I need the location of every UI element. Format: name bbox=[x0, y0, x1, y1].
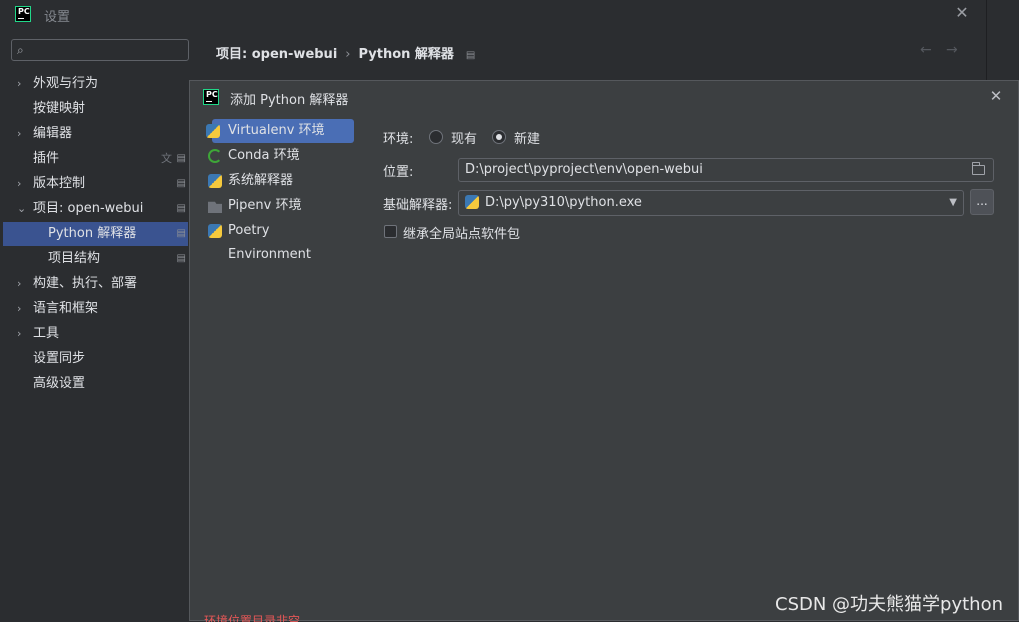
search-input[interactable]: ⌕ bbox=[11, 39, 189, 61]
python-icon bbox=[208, 174, 222, 188]
env-type-virtualenv[interactable]: Virtualenv 环境 bbox=[206, 119, 354, 143]
env-type-poetry[interactable]: Poetry Environment bbox=[206, 219, 354, 262]
pipenv-icon bbox=[208, 201, 222, 213]
env-label: 环境: bbox=[383, 132, 414, 147]
dialog-title: 添加 Python 解释器 bbox=[230, 93, 349, 108]
env-type-label: Conda 环境 bbox=[228, 148, 300, 163]
sidebar-item-build[interactable]: › 构建、执行、部署 bbox=[3, 272, 188, 296]
window-title: 设置 bbox=[44, 10, 71, 25]
chevron-right-icon: › bbox=[17, 127, 22, 140]
add-interpreter-dialog: PC 添加 Python 解释器 ✕ Virtualenv 环境 Conda 环… bbox=[189, 80, 1019, 622]
settings-sidebar: ⌕ › 外观与行为 按键映射 › 编辑器 插件 文 ▤ › 版本控制 ▤ ⌄ 项… bbox=[0, 28, 190, 621]
sidebar-item-plugins[interactable]: 插件 文 ▤ bbox=[3, 147, 188, 171]
dropdown-arrow-icon: ▼ bbox=[949, 197, 957, 208]
python-icon bbox=[206, 124, 220, 138]
location-value: D:\project\pyproject\env\open-webui bbox=[465, 162, 703, 177]
sidebar-item-label: 语言和框架 bbox=[33, 301, 99, 316]
base-interpreter-value: D:\py\py310\python.exe bbox=[485, 195, 642, 210]
env-type-conda[interactable]: Conda 环境 bbox=[206, 144, 354, 168]
sidebar-item-python-interpreter[interactable]: Python 解释器 ▤ bbox=[3, 222, 188, 246]
sidebar-item-keymap[interactable]: 按键映射 bbox=[3, 97, 188, 121]
env-type-system[interactable]: 系统解释器 bbox=[206, 169, 354, 193]
env-existing-radio[interactable] bbox=[429, 130, 443, 144]
sidebar-item-label: 外观与行为 bbox=[33, 76, 99, 91]
env-new-radio[interactable] bbox=[492, 130, 506, 144]
env-type-label: Poetry Environment bbox=[228, 223, 312, 262]
python-icon bbox=[465, 195, 479, 209]
title-bar: PC 设置 ✕ bbox=[0, 0, 986, 28]
chevron-right-icon: › bbox=[17, 302, 22, 315]
chevron-right-icon: › bbox=[17, 277, 22, 290]
chevron-right-icon: › bbox=[17, 177, 22, 190]
sidebar-item-label: Python 解释器 bbox=[48, 226, 137, 241]
chevron-down-icon: ⌄ bbox=[17, 202, 27, 215]
env-type-label: Virtualenv 环境 bbox=[228, 123, 325, 138]
sidebar-item-label: 构建、执行、部署 bbox=[33, 276, 138, 291]
sidebar-item-tools[interactable]: › 工具 bbox=[3, 322, 188, 346]
translate-icon: 文 bbox=[161, 152, 172, 165]
breadcrumb-project[interactable]: 项目: open-webui bbox=[216, 47, 337, 62]
sidebar-item-appearance[interactable]: › 外观与行为 bbox=[3, 72, 188, 96]
base-interpreter-label: 基础解释器: bbox=[383, 198, 453, 213]
breadcrumb: 项目: open-webui › Python 解释器 ▤ bbox=[216, 43, 475, 62]
breadcrumb-page: Python 解释器 bbox=[358, 47, 454, 62]
search-icon: ⌕ bbox=[17, 43, 24, 57]
conda-icon bbox=[208, 149, 222, 163]
sidebar-item-project-structure[interactable]: 项目结构 ▤ bbox=[3, 247, 188, 271]
breadcrumb-separator-icon: › bbox=[345, 47, 351, 62]
watermark: CSDN @功夫熊猫学python bbox=[775, 594, 1004, 615]
sidebar-item-label: 设置同步 bbox=[33, 351, 86, 366]
env-type-label: 系统解释器 bbox=[228, 173, 294, 188]
back-arrow-icon[interactable]: ← bbox=[920, 42, 932, 58]
sidebar-item-label: 插件 bbox=[33, 151, 60, 166]
sidebar-item-advanced[interactable]: 高级设置 bbox=[3, 372, 188, 396]
sidebar-item-vcs[interactable]: › 版本控制 ▤ bbox=[3, 172, 188, 196]
sidebar-item-settings-sync[interactable]: 设置同步 bbox=[3, 347, 188, 371]
location-label: 位置: bbox=[383, 165, 414, 180]
project-scope-icon: ▤ bbox=[465, 50, 476, 61]
sidebar-item-project[interactable]: ⌄ 项目: open-webui ▤ bbox=[3, 197, 188, 221]
sidebar-item-label: 工具 bbox=[33, 326, 60, 341]
sidebar-item-label: 编辑器 bbox=[33, 126, 73, 141]
base-interpreter-select[interactable]: D:\py\py310\python.exe ▼ bbox=[458, 190, 964, 216]
forward-arrow-icon[interactable]: → bbox=[946, 42, 958, 58]
env-existing-label[interactable]: 现有 bbox=[451, 128, 477, 147]
close-icon[interactable]: ✕ bbox=[987, 87, 1005, 105]
project-scope-icon: ▤ bbox=[176, 178, 186, 189]
sidebar-item-label: 项目结构 bbox=[48, 251, 101, 266]
project-scope-icon: ▤ bbox=[176, 203, 186, 214]
pycharm-logo-icon: PC bbox=[203, 89, 219, 105]
sidebar-item-languages[interactable]: › 语言和框架 bbox=[3, 297, 188, 321]
pycharm-logo-icon: PC bbox=[15, 6, 31, 22]
location-field[interactable]: D:\project\pyproject\env\open-webui bbox=[458, 158, 994, 182]
project-scope-icon: ▤ bbox=[176, 228, 186, 239]
env-type-label: Pipenv 环境 bbox=[228, 198, 302, 213]
sidebar-item-label: 按键映射 bbox=[33, 101, 86, 116]
env-new-label[interactable]: 新建 bbox=[514, 128, 540, 147]
sidebar-item-editor[interactable]: › 编辑器 bbox=[3, 122, 188, 146]
browse-button[interactable]: ... bbox=[970, 189, 994, 215]
chevron-right-icon: › bbox=[17, 327, 22, 340]
project-scope-icon: ▤ bbox=[176, 153, 186, 164]
folder-icon[interactable] bbox=[972, 162, 985, 175]
close-icon[interactable]: ✕ bbox=[952, 3, 972, 23]
project-scope-icon: ▤ bbox=[176, 253, 186, 264]
sidebar-item-label: 版本控制 bbox=[33, 176, 86, 191]
sidebar-item-label: 高级设置 bbox=[33, 376, 86, 391]
sidebar-item-label: 项目: open-webui bbox=[33, 201, 144, 216]
chevron-right-icon: › bbox=[17, 77, 22, 90]
inherit-packages-label[interactable]: 继承全局站点软件包 bbox=[403, 223, 520, 242]
content-header: 项目: open-webui › Python 解释器 ▤ ← → bbox=[190, 28, 986, 78]
poetry-icon bbox=[208, 224, 222, 238]
env-type-pipenv[interactable]: Pipenv 环境 bbox=[206, 194, 354, 218]
inherit-packages-checkbox[interactable] bbox=[384, 225, 397, 238]
